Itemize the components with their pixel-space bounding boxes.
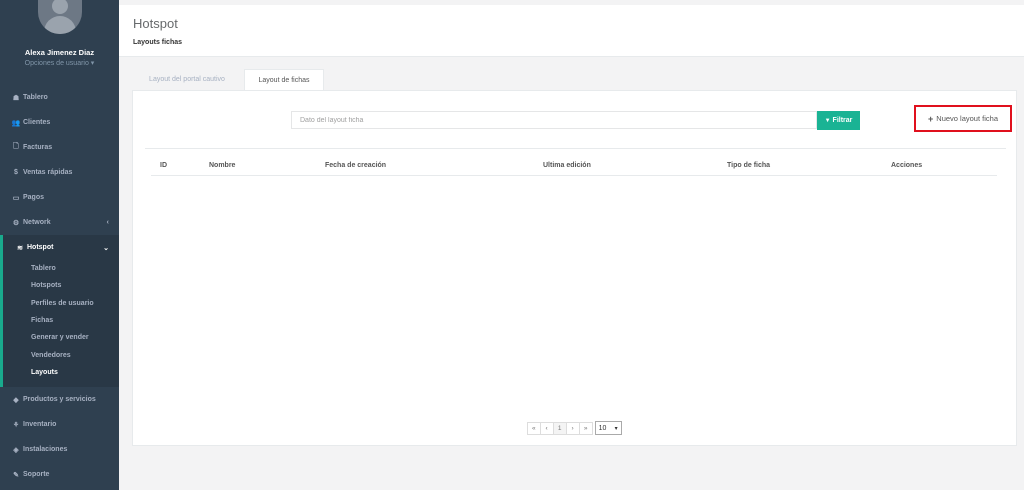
wifi-icon: ≋ <box>17 244 23 252</box>
sidebar-subitem-perfiles[interactable]: Perfiles de usuario <box>3 295 119 312</box>
sidebar-item-inventario[interactable]: ⚘ Inventario <box>0 412 119 437</box>
column-header-acciones[interactable]: Acciones <box>891 162 922 169</box>
pagination: « ‹ 1 › » 10 ▾ <box>527 421 622 435</box>
sidebar-item-label: Facturas <box>23 144 53 151</box>
search-input[interactable] <box>291 111 817 129</box>
sidebar-item-label: Tablero <box>23 94 48 101</box>
network-icon: ⚙ <box>12 219 20 227</box>
new-layout-button[interactable]: + Nuevo layout ficha <box>914 105 1012 132</box>
chevron-down-icon: ▾ <box>614 425 618 432</box>
column-header-nombre[interactable]: Nombre <box>209 162 235 169</box>
page-header: Hotspot Layouts fichas <box>119 5 1024 57</box>
sidebar-item-facturas[interactable]: 🗋 Facturas <box>0 135 119 160</box>
tab-panel: ▼ Filtrar + Nuevo layout ficha ID Nombre… <box>132 90 1017 446</box>
sidebar-hotspot-group: ≋ Hotspot ⌄ Tablero Hotspots Perfiles de… <box>0 235 119 388</box>
filter-icon: ▼ <box>824 117 831 124</box>
sidebar-item-pagos[interactable]: ▭ Pagos <box>0 185 119 210</box>
sidebar-item-productos[interactable]: ◆ Productos y servicios <box>0 387 119 412</box>
sidebar-item-label: Inventario <box>23 421 57 429</box>
user-name: Alexa Jimenez Diaz <box>24 48 95 57</box>
sidebar-item-label: Network <box>23 219 51 226</box>
page-size-value: 10 <box>598 424 607 432</box>
sidebar-item-label: Hotspot <box>27 244 54 251</box>
sidebar-item-network[interactable]: ⚙ Network ‹ <box>0 210 119 235</box>
sidebar-item-label: Soporte <box>23 471 50 479</box>
column-header-fecha-creacion[interactable]: Fecha de creación <box>325 162 386 169</box>
file-icon: 🗋 <box>13 143 19 150</box>
page-title: Hotspot <box>133 16 178 31</box>
tab-layout-portal-cautivo[interactable]: Layout del portal cautivo <box>132 69 242 90</box>
sidebar-item-hotspot[interactable]: ≋ Hotspot ⌄ <box>3 235 119 260</box>
sidebar-subitem-fichas[interactable]: Fichas <box>3 312 119 329</box>
sidebar-item-instalaciones[interactable]: ◈ Instalaciones <box>0 437 119 462</box>
avatar[interactable] <box>38 0 82 34</box>
new-layout-button-label: Nuevo layout ficha <box>936 114 998 123</box>
avatar-body <box>44 16 76 34</box>
sidebar-subitem-vendedores[interactable]: Vendedores <box>3 346 119 363</box>
sidebar-nav: ☗ Tablero 👥 Clientes 🗋 Facturas $ Ventas… <box>0 85 119 487</box>
cubes-icon: ⚘ <box>12 421 20 429</box>
chevron-down-icon: ⌄ <box>103 244 109 252</box>
user-options-dropdown[interactable]: Opciones de usuario ▾ <box>0 59 119 67</box>
dollar-icon: $ <box>14 169 18 176</box>
sidebar-subitem-tablero[interactable]: Tablero <box>3 260 119 277</box>
pagination-first-button[interactable]: « <box>527 421 541 435</box>
pagination-last-button[interactable]: » <box>579 421 593 435</box>
sidebar-item-label: Clientes <box>23 119 51 126</box>
divider <box>145 148 1006 149</box>
chevron-left-icon: ‹ <box>106 219 109 226</box>
tab-layout-fichas[interactable]: Layout de fichas <box>244 69 324 90</box>
sidebar-item-label: Ventas rápidas <box>23 169 73 176</box>
user-profile: Alexa Jimenez Diaz Opciones de usuario ▾ <box>0 0 119 80</box>
money-icon: ▭ <box>12 194 20 202</box>
sidebar-item-label: Instalaciones <box>23 446 68 454</box>
pagination-prev-button[interactable]: ‹ <box>540 421 554 435</box>
table-header: ID Nombre Fecha de creación Ultima edici… <box>151 158 997 176</box>
filter-button[interactable]: ▼ Filtrar <box>817 111 860 130</box>
sidebar: Alexa Jimenez Diaz Opciones de usuario ▾… <box>0 0 119 490</box>
sidebar-subitem-hotspots[interactable]: Hotspots <box>3 277 119 294</box>
users-icon: 👥 <box>11 119 21 127</box>
sidebar-item-label: Pagos <box>23 194 45 201</box>
tag-icon: ◆ <box>13 396 19 404</box>
pagination-page-button[interactable]: 1 <box>553 421 567 435</box>
sidebar-subitem-layouts[interactable]: Layouts <box>3 364 119 381</box>
pagination-next-button[interactable]: › <box>566 421 580 435</box>
column-header-tipo-ficha[interactable]: Tipo de ficha <box>727 162 770 169</box>
sidebar-item-tablero[interactable]: ☗ Tablero <box>0 85 119 110</box>
avatar-head <box>52 0 68 14</box>
sidebar-subitem-generar[interactable]: Generar y vender <box>3 329 119 346</box>
breadcrumb: Layouts fichas <box>133 39 183 46</box>
wrench-icon: ◈ <box>13 446 19 454</box>
filter-button-label: Filtrar <box>832 117 853 124</box>
sidebar-item-ventas-rapidas[interactable]: $ Ventas rápidas <box>0 160 119 185</box>
dashboard-icon: ☗ <box>12 94 20 102</box>
page-size-select[interactable]: 10 ▾ <box>594 421 622 435</box>
column-header-id[interactable]: ID <box>160 162 167 169</box>
sidebar-item-soporte[interactable]: ✎ Soporte <box>0 462 119 487</box>
plus-icon: + <box>928 113 934 124</box>
sidebar-item-label: Productos y servicios <box>23 396 96 404</box>
support-icon: ✎ <box>13 471 19 479</box>
column-header-ultima-edicion[interactable]: Ultima edición <box>543 162 591 169</box>
sidebar-item-clientes[interactable]: 👥 Clientes <box>0 110 119 135</box>
